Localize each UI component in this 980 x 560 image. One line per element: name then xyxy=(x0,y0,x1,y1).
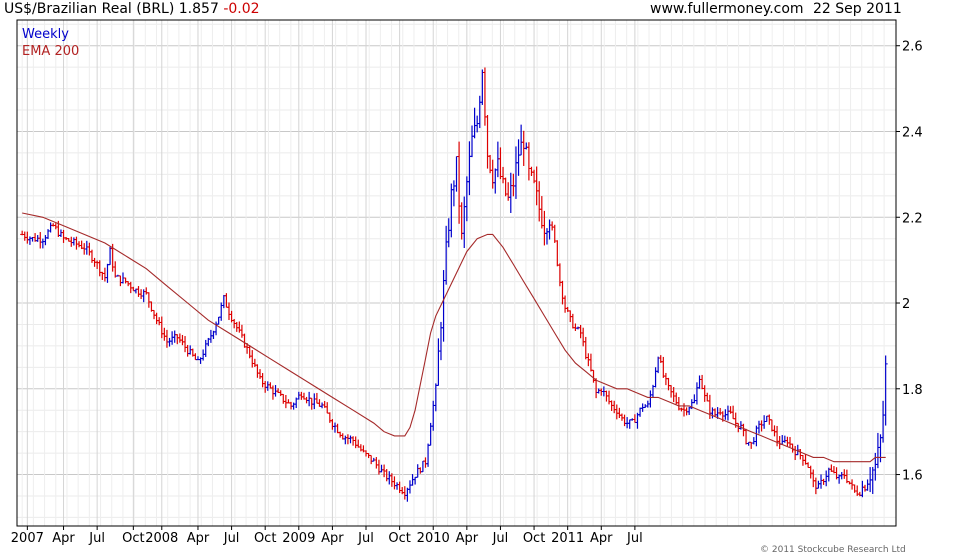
ema-200-line xyxy=(22,212,886,463)
price-chart: 1.61.822.22.42.62007 Apr Jul Oct 2008 Apr Jul O… xyxy=(11,19,923,546)
x-tick-label: Apr xyxy=(590,531,613,546)
x-tick-label: Apr xyxy=(321,531,344,546)
x-tick-label: 2009 xyxy=(282,531,315,546)
y-tick-label: 1.8 xyxy=(902,383,923,398)
y-tick-label: 2.2 xyxy=(902,211,923,226)
y-tick-label: 2.6 xyxy=(902,40,923,55)
x-tick-label: Jul xyxy=(223,531,240,546)
chart-container: US$/Brazilian Real (BRL) 1.857 -0.02 www… xyxy=(0,0,980,560)
y-tick-label: 1.6 xyxy=(902,469,923,484)
x-tick-label: 2008 xyxy=(145,531,178,546)
x-tick-label: Apr xyxy=(187,531,210,546)
x-tick-label: 2007 xyxy=(11,531,44,546)
x-tick-label: Apr xyxy=(456,531,479,546)
x-tick-label: Jul xyxy=(492,531,509,546)
legend-ema: EMA 200 xyxy=(22,44,80,59)
y-tick-label: 2 xyxy=(902,297,910,312)
x-tick-label: Oct xyxy=(388,531,410,546)
x-tick-label: Jul xyxy=(88,531,105,546)
x-tick-label: Oct xyxy=(523,531,545,546)
x-tick-label: Jul xyxy=(357,531,374,546)
x-tick-label: 2011 xyxy=(551,531,584,546)
x-tick-label: 2010 xyxy=(417,531,450,546)
x-tick-label: Apr xyxy=(52,531,75,546)
legend-weekly: Weekly xyxy=(22,27,69,42)
y-tick-label: 2.4 xyxy=(902,125,923,140)
x-tick-label: Jul xyxy=(626,531,643,546)
x-tick-label: Oct xyxy=(122,531,144,546)
copyright: © 2011 Stockcube Research Ltd xyxy=(760,545,906,555)
x-tick-label: Oct xyxy=(254,531,276,546)
